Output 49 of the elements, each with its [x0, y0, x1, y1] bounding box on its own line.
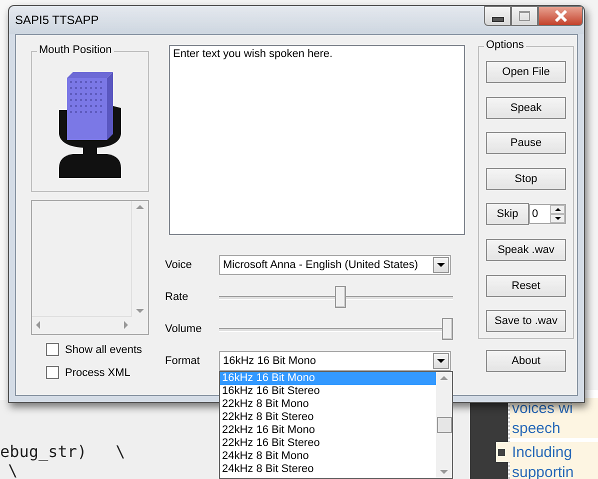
- format-dropdown[interactable]: 16kHz 16 Bit Mono: [219, 351, 451, 371]
- format-option[interactable]: 22kHz 16 Bit Stereo: [220, 437, 436, 450]
- minimize-icon: [492, 16, 504, 22]
- web-text: speech: [512, 420, 560, 436]
- format-option[interactable]: 24kHz 8 Bit Stereo: [220, 463, 436, 476]
- checkbox[interactable]: [46, 366, 59, 379]
- bullet-icon: [498, 448, 505, 456]
- about-button[interactable]: About: [486, 350, 566, 372]
- code-line: ebug_str) \: [0, 442, 126, 461]
- format-option[interactable]: 22kHz 16 Bit Mono: [220, 424, 436, 437]
- action-button[interactable]: Pause: [486, 132, 566, 154]
- format-option[interactable]: 24kHz 8 Bit Mono: [220, 450, 436, 463]
- action-button[interactable]: Reset: [486, 274, 566, 297]
- event-list[interactable]: [31, 200, 149, 335]
- caret-icon: [433, 353, 449, 369]
- web-text: voices wi: [512, 400, 573, 416]
- group-title: Options: [484, 39, 526, 51]
- action-button[interactable]: Speak: [486, 96, 566, 119]
- format-option[interactable]: 16kHz 16 Bit Stereo: [220, 385, 436, 398]
- code-line: \: [8, 461, 18, 479]
- voice-label: Voice: [165, 259, 193, 271]
- checkbox-label: Show all events: [65, 344, 142, 356]
- action-button[interactable]: Open File: [486, 61, 566, 83]
- skip-button[interactable]: Skip: [486, 203, 529, 226]
- minimize-button[interactable]: [484, 6, 511, 26]
- checkbox[interactable]: [46, 343, 59, 356]
- rate-label: Rate: [165, 291, 190, 303]
- volume-label: Volume: [165, 323, 203, 335]
- maximize-button[interactable]: [511, 6, 538, 26]
- caret-icon: [433, 257, 449, 273]
- web-text: Including: [512, 444, 572, 460]
- volume-slider-thumb[interactable]: [442, 318, 453, 340]
- action-button[interactable]: Stop: [486, 168, 566, 190]
- rate-slider-thumb[interactable]: [334, 286, 346, 308]
- close-icon: [554, 10, 568, 22]
- close-button[interactable]: [538, 6, 583, 26]
- text-input-field[interactable]: Enter text you wish spoken here.: [169, 45, 465, 235]
- format-option[interactable]: 22kHz 8 Bit Mono: [220, 398, 436, 411]
- format-option[interactable]: 22kHz 8 Bit Stereo: [220, 411, 436, 424]
- vertical-scrollbar[interactable]: [436, 372, 452, 478]
- action-button[interactable]: Save to .wav: [486, 310, 566, 332]
- format-label: Format: [165, 355, 201, 367]
- window-title: SAPI5 TTSAPP: [15, 13, 99, 27]
- maximize-icon: [519, 11, 530, 21]
- checkbox-label: Process XML: [65, 366, 130, 378]
- voice-dropdown[interactable]: Microsoft Anna - English (United States): [219, 255, 451, 275]
- group-title: Mouth Position: [37, 44, 114, 56]
- skip-count-spinner[interactable]: 0: [529, 204, 566, 224]
- action-button[interactable]: Speak .wav: [486, 238, 566, 261]
